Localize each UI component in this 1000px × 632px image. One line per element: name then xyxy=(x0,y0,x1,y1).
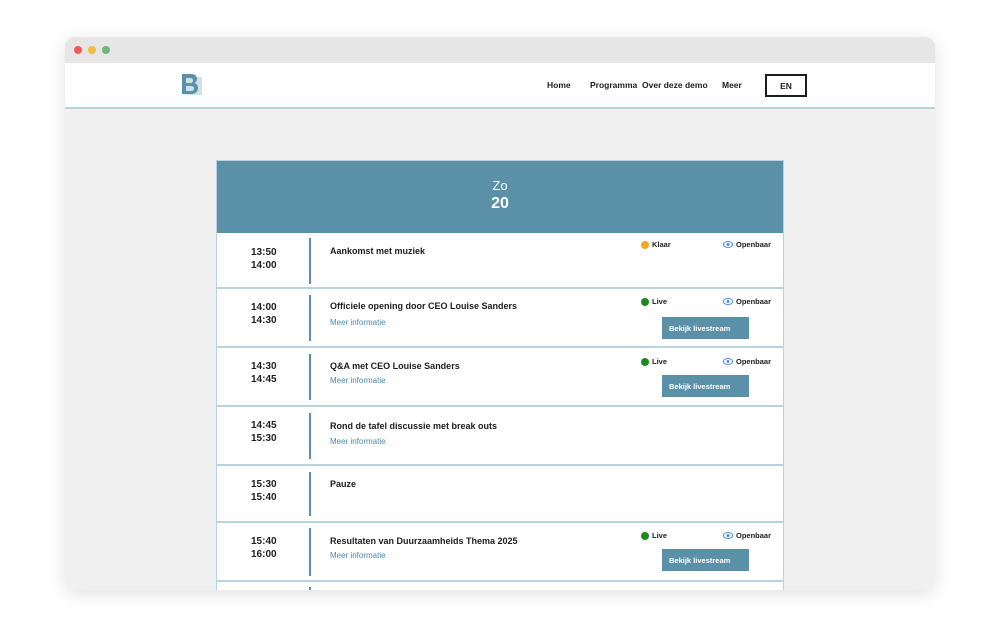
minimize-window-button[interactable] xyxy=(88,46,96,54)
access-label: Openbaar xyxy=(736,240,772,249)
session-times: 13:50 14:00 xyxy=(251,246,281,272)
end-time: 16:00 xyxy=(251,549,277,560)
row-divider-bar xyxy=(309,587,311,590)
session-title: Pauze xyxy=(330,479,357,489)
watch-livestream-button[interactable]: Bekijk livestream xyxy=(662,375,749,397)
status-live-dot-icon xyxy=(641,531,649,540)
row-divider-bar xyxy=(309,472,311,516)
row-divider-bar xyxy=(309,354,311,400)
status-badge: Live xyxy=(641,357,667,366)
start-time: 14:00 xyxy=(251,302,277,313)
row-divider-bar xyxy=(309,238,311,284)
access-badge: Openbaar xyxy=(723,357,771,366)
status-label: Klaar xyxy=(652,240,671,249)
status-live-dot-icon xyxy=(641,297,649,306)
watch-livestream-button[interactable]: Bekijk livestream xyxy=(662,317,749,339)
session-times: 15:40 16:00 xyxy=(251,535,281,561)
start-time: 15:30 xyxy=(251,479,277,490)
access-label: Openbaar xyxy=(736,297,772,306)
status-live-dot-icon xyxy=(641,357,649,366)
session-title: Q&A met CEO Louise Sanders xyxy=(330,361,460,371)
access-label: Openbaar xyxy=(736,357,772,366)
brand-logo[interactable] xyxy=(180,73,204,97)
eye-icon xyxy=(723,241,733,248)
nav-over-deze-demo[interactable]: Over deze demo xyxy=(642,80,708,90)
access-badge: Openbaar xyxy=(723,531,771,540)
session-row: 13:50 14:00 Aankomst met muziek Klaar Op… xyxy=(217,233,783,289)
status-badge: Klaar xyxy=(641,240,671,249)
day-name: Zo xyxy=(492,178,508,193)
end-time: 15:40 xyxy=(251,492,277,503)
window-titlebar xyxy=(65,37,935,63)
session-times: 14:30 14:45 xyxy=(251,360,281,386)
session-row: 14:45 15:30 Rond de tafel discussie met … xyxy=(217,407,783,466)
watch-livestream-button[interactable]: Bekijk livestream xyxy=(662,549,749,571)
access-badge: Openbaar xyxy=(723,297,771,306)
status-label: Live xyxy=(652,357,668,366)
day-header: Zo 20 xyxy=(217,161,783,233)
session-times: 14:45 15:30 xyxy=(251,419,281,445)
day-number: 20 xyxy=(491,195,509,212)
access-label: Openbaar xyxy=(736,531,772,540)
row-divider-bar xyxy=(309,528,311,576)
session-row: 15:30 15:40 Pauze xyxy=(217,466,783,523)
more-info-link[interactable]: Meer informatie xyxy=(330,551,386,560)
status-badge: Live xyxy=(641,531,667,540)
status-badge: Live xyxy=(641,297,667,306)
session-title: Aankomst met muziek xyxy=(330,246,426,256)
start-time: 13:50 xyxy=(251,247,277,258)
close-window-button[interactable] xyxy=(74,46,82,54)
status-label: Live xyxy=(652,297,668,306)
row-divider-bar xyxy=(309,295,311,341)
row-divider-bar xyxy=(309,413,311,459)
session-times: 15:30 15:40 xyxy=(251,478,281,504)
start-time: 15:40 xyxy=(251,536,277,547)
end-time: 14:00 xyxy=(251,260,277,271)
end-time: 14:30 xyxy=(251,315,277,326)
session-title: Resultaten van Duurzaamheids Thema 2025 xyxy=(330,536,518,546)
session-row-partial xyxy=(217,582,783,590)
status-done-dot-icon xyxy=(641,240,649,249)
nav-meer[interactable]: Meer xyxy=(722,80,742,90)
session-row: 14:00 14:30 Officiele opening door CEO L… xyxy=(217,289,783,348)
eye-icon xyxy=(723,358,733,365)
more-info-link[interactable]: Meer informatie xyxy=(330,437,386,446)
status-label: Live xyxy=(652,531,668,540)
schedule-panel: Zo 20 13:50 14:00 Aankomst met muziek Kl… xyxy=(216,160,784,590)
browser-window: Home Programma Over deze demo Meer EN Zo… xyxy=(65,37,935,590)
session-title: Officiele opening door CEO Louise Sander… xyxy=(330,301,518,311)
session-row: 14:30 14:45 Q&A met CEO Louise Sanders M… xyxy=(217,348,783,407)
more-info-link[interactable]: Meer informatie xyxy=(330,376,386,385)
language-switch-button[interactable]: EN xyxy=(765,74,807,97)
end-time: 15:30 xyxy=(251,433,277,444)
eye-icon xyxy=(723,532,733,539)
session-row: 15:40 16:00 Resultaten van Duurzaamheids… xyxy=(217,523,783,582)
maximize-window-button[interactable] xyxy=(102,46,110,54)
nav-home[interactable]: Home xyxy=(547,80,571,90)
start-time: 14:45 xyxy=(251,420,277,431)
start-time: 14:30 xyxy=(251,361,277,372)
session-times: 14:00 14:30 xyxy=(251,301,281,327)
eye-icon xyxy=(723,298,733,305)
end-time: 14:45 xyxy=(251,374,277,385)
nav-programma[interactable]: Programma xyxy=(590,80,637,90)
session-title: Rond de tafel discussie met break outs xyxy=(330,421,498,431)
more-info-link[interactable]: Meer informatie xyxy=(330,318,386,327)
site-navbar: Home Programma Over deze demo Meer EN xyxy=(65,63,935,109)
access-badge: Openbaar xyxy=(723,240,771,249)
